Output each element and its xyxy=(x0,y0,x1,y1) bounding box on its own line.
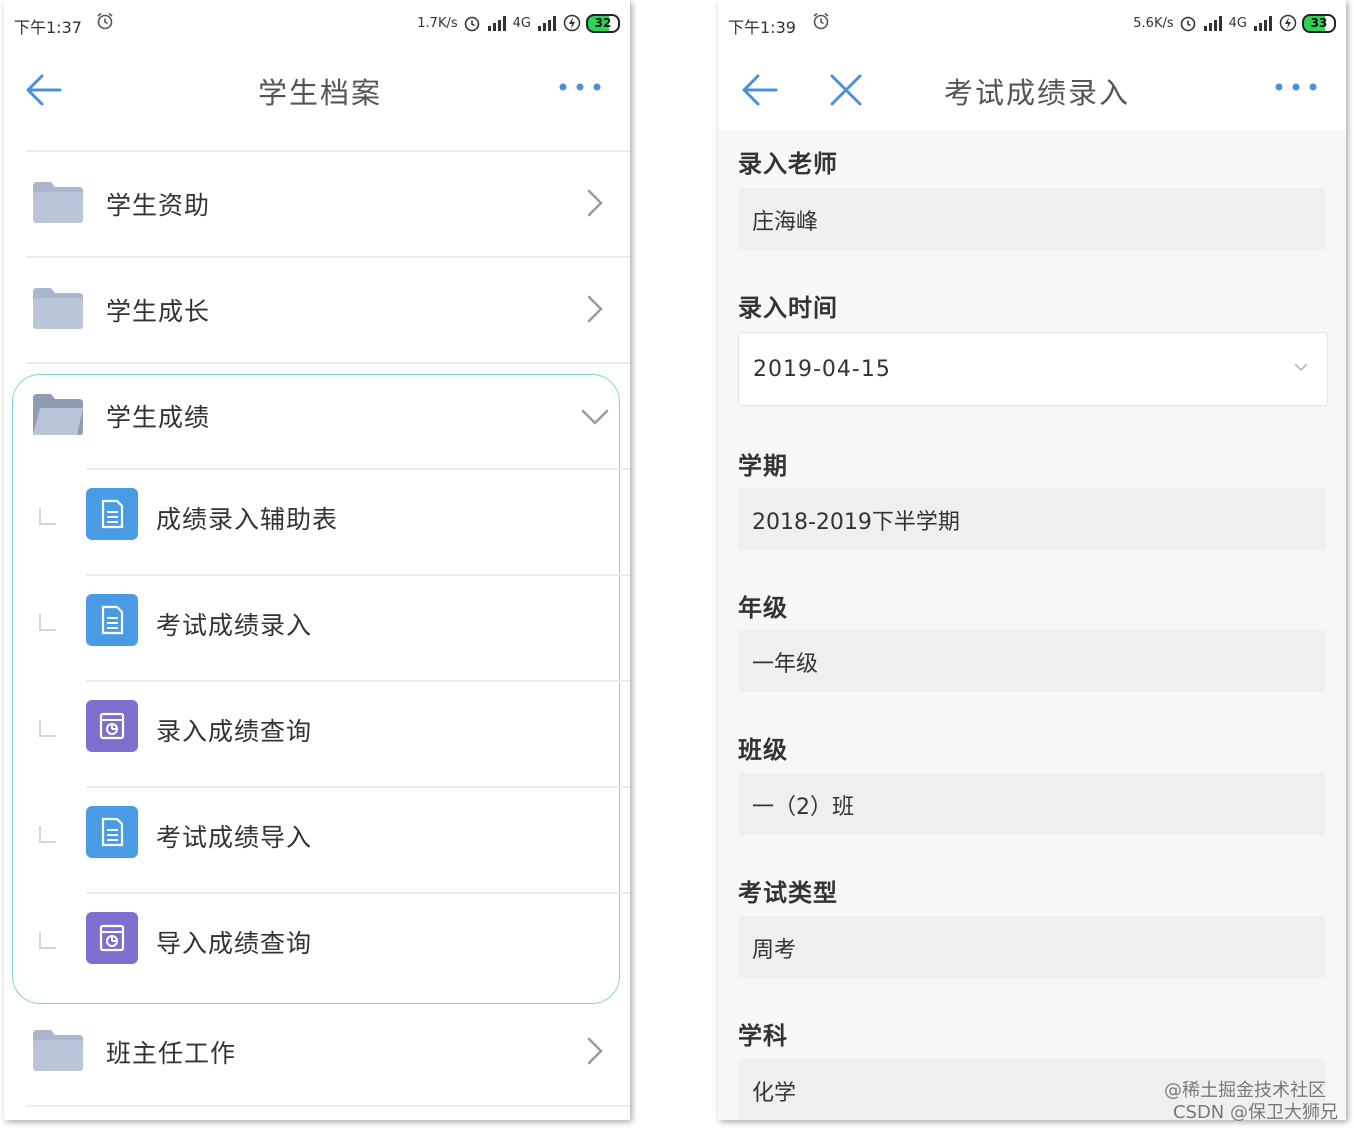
charging-icon xyxy=(1279,14,1297,32)
tree-elbow-icon xyxy=(39,720,56,737)
folder-icon xyxy=(33,182,83,223)
sub-item-label: 录入成绩查询 xyxy=(156,717,313,746)
tree-elbow-icon xyxy=(39,614,56,631)
signal-icon xyxy=(538,16,556,31)
close-icon[interactable] xyxy=(826,70,866,110)
charging-icon xyxy=(563,14,581,32)
chevron-right-icon xyxy=(587,1037,603,1065)
sub-item-entered-score-query[interactable]: 录入成绩查询 xyxy=(39,680,630,787)
network-speed: 5.6K/s xyxy=(1133,15,1174,31)
list-item-label: 学生成长 xyxy=(106,297,211,326)
folder-icon xyxy=(33,288,83,329)
alarm-icon xyxy=(97,12,113,30)
field-label-semester: 学期 xyxy=(738,452,788,480)
watermark-line-2: CSDN @保卫大狮兄 xyxy=(1172,1102,1338,1123)
status-time: 下午1:39 xyxy=(728,18,796,37)
class-value: 一（2）班 xyxy=(752,795,854,820)
status-time: 下午1:37 xyxy=(14,18,82,37)
semester-field[interactable]: 2018-2019下半学期 xyxy=(738,488,1326,550)
sub-item-label: 成绩录入辅助表 xyxy=(156,505,339,534)
report-icon xyxy=(86,912,138,964)
subject-value: 化学 xyxy=(752,1081,797,1106)
form-area: 录入老师 庄海峰 录入时间 2019-04-15 学期 2018-2019下半学… xyxy=(718,130,1346,1120)
field-label-grade: 年级 xyxy=(738,594,788,622)
chevron-right-icon xyxy=(587,295,603,323)
chevron-right-icon xyxy=(587,189,603,217)
teacher-field[interactable]: 庄海峰 xyxy=(738,188,1326,250)
document-icon xyxy=(86,488,138,540)
sub-item-exam-score-import[interactable]: 考试成绩导入 xyxy=(39,786,630,893)
top-nav-bar: 考试成绩录入 xyxy=(718,50,1346,130)
status-bar: 下午1:39 5.6K/s 4G 33 xyxy=(718,0,1346,50)
network-type: 4G xyxy=(512,15,531,31)
document-icon xyxy=(86,806,138,858)
sub-item-exam-score-entry[interactable]: 考试成绩录入 xyxy=(39,574,630,681)
battery-indicator: 33 xyxy=(1302,13,1336,33)
list-item-student-aid[interactable]: 学生资助 xyxy=(26,150,630,257)
list-item-student-grades[interactable]: 学生成绩 xyxy=(26,362,630,469)
entry-date-select[interactable]: 2019-04-15 xyxy=(738,332,1328,406)
tree-elbow-icon xyxy=(39,826,56,843)
tree-elbow-icon xyxy=(39,508,56,525)
list-item-head-teacher-work[interactable]: 班主任工作 xyxy=(26,1000,630,1107)
field-label-class: 班级 xyxy=(738,736,788,764)
document-icon xyxy=(86,594,138,646)
signal-hd-icon xyxy=(487,16,506,31)
tree-elbow-icon xyxy=(39,932,56,949)
back-arrow-icon[interactable] xyxy=(740,70,780,110)
page-title: 学生档案 xyxy=(258,76,383,110)
report-icon xyxy=(86,700,138,752)
student-archive-screen: 下午1:37 1.7K/s 4G 32 学生档案 学生资助 学生成长 学生成绩 … xyxy=(4,0,630,1120)
field-label-subject: 学科 xyxy=(738,1022,788,1050)
teacher-value: 庄海峰 xyxy=(752,210,819,235)
signal-hd-icon xyxy=(1203,16,1222,31)
list-item-student-growth[interactable]: 学生成长 xyxy=(26,256,630,363)
field-label-exam-type: 考试类型 xyxy=(738,879,838,907)
alarm-icon xyxy=(1180,16,1195,32)
sub-item-grade-entry-helper[interactable]: 成绩录入辅助表 xyxy=(39,468,630,575)
back-arrow-icon[interactable] xyxy=(24,70,64,110)
exam-type-field[interactable]: 周考 xyxy=(738,916,1326,978)
exam-type-value: 周考 xyxy=(752,938,797,963)
sub-item-label: 考试成绩录入 xyxy=(156,611,313,640)
more-options-icon[interactable] xyxy=(1274,80,1318,94)
exam-score-entry-screen: 下午1:39 5.6K/s 4G 33 考试成绩录入 录入老师 庄海峰 录入时间… xyxy=(718,0,1346,1120)
status-bar: 下午1:37 1.7K/s 4G 32 xyxy=(4,0,630,50)
network-speed: 1.7K/s xyxy=(417,15,458,31)
more-options-icon[interactable] xyxy=(558,80,602,94)
list-item-label: 班主任工作 xyxy=(106,1039,237,1068)
page-title: 考试成绩录入 xyxy=(944,76,1131,110)
field-label-entry-time: 录入时间 xyxy=(738,294,838,322)
battery-indicator: 32 xyxy=(586,13,620,33)
alarm-icon xyxy=(813,12,829,30)
grade-value: 一年级 xyxy=(752,652,819,677)
list-item-label: 学生资助 xyxy=(106,191,211,220)
field-label-teacher: 录入老师 xyxy=(738,150,838,178)
semester-value: 2018-2019下半学期 xyxy=(752,510,960,535)
network-type: 4G xyxy=(1228,15,1247,31)
signal-icon xyxy=(1254,16,1272,31)
sub-item-label: 导入成绩查询 xyxy=(156,929,313,958)
sub-item-imported-score-query[interactable]: 导入成绩查询 xyxy=(39,892,630,999)
entry-date-value: 2019-04-15 xyxy=(753,357,891,382)
top-nav-bar: 学生档案 xyxy=(4,50,630,130)
sub-item-label: 考试成绩导入 xyxy=(156,823,313,852)
grade-field[interactable]: 一年级 xyxy=(738,630,1326,692)
folder-icon xyxy=(33,1030,83,1071)
open-folder-icon xyxy=(33,394,83,435)
list-item-label: 学生成绩 xyxy=(106,403,211,432)
chevron-down-icon xyxy=(581,409,609,425)
class-field[interactable]: 一（2）班 xyxy=(738,773,1326,835)
chevron-down-icon xyxy=(1294,363,1308,372)
alarm-icon xyxy=(464,16,479,32)
